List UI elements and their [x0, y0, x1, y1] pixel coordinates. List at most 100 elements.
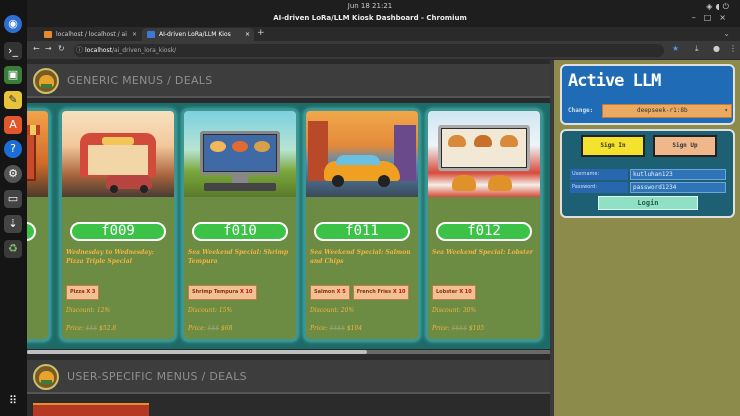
item-name: French Fries — [356, 289, 392, 295]
usb-icon[interactable]: ⇣ — [4, 215, 22, 233]
bookmark-star-icon[interactable]: ★ — [672, 44, 679, 53]
deal-discount: Discount: 12% — [66, 307, 111, 314]
tab-phpmyadmin[interactable]: localhost / localhost / ai × — [39, 28, 141, 41]
llm-selected-model: deepseek-r1:8b — [637, 107, 688, 114]
software-icon[interactable]: A — [4, 116, 22, 134]
sidebar-panel: Active LLM Change: deepseek-r1:8b ▾ Sign… — [558, 60, 740, 416]
username-field[interactable]: kutluhan123 — [630, 169, 726, 180]
item-qty: X 10 — [459, 289, 472, 295]
new-price: $104 — [344, 325, 363, 332]
system-top-bar: Jun 18 21:21 AI-driven LoRa/LLM Kiosk Da… — [0, 0, 740, 27]
user-menus-header: USER-SPECIFIC MENUS / DEALS — [27, 360, 550, 394]
deal-title: Sea Weekend Special: Shrimp Tempura — [188, 249, 289, 265]
deal-items: Salmon X 5 French Fries X 10 — [310, 278, 418, 300]
url-path: /ai_driven_lora_kiosk/ — [111, 47, 177, 54]
site-info-icon[interactable]: ⓘ — [76, 44, 83, 57]
deal-item: Salmon X 5 — [310, 285, 350, 300]
deal-image — [428, 111, 540, 197]
generic-menus-header: GENERIC MENUS / DEALS — [27, 64, 550, 98]
forward-icon[interactable]: → — [45, 44, 52, 53]
old-price: $$$ — [207, 325, 220, 332]
deal-image — [306, 111, 418, 197]
power-icon: ⏻ — [722, 2, 732, 11]
tab-favicon-icon — [44, 31, 52, 38]
item-name: Pizza — [70, 289, 85, 295]
back-icon[interactable]: ← — [33, 44, 40, 53]
maximize-icon[interactable]: □ — [704, 13, 720, 22]
new-price: $68 — [219, 325, 233, 332]
clock[interactable]: Jun 18 21:21 — [0, 2, 740, 10]
volume-icon: ◖ — [715, 2, 723, 11]
settings-icon[interactable]: ⚙ — [4, 165, 22, 183]
browser-menu-icon[interactable]: ⋮ — [729, 44, 737, 53]
deal-card[interactable]: f010 Sea Weekend Special: Shrimp Tempura… — [182, 109, 298, 341]
deal-image — [27, 111, 48, 197]
system-tray[interactable]: ◈◖⏻ — [706, 2, 732, 12]
url-host: localhost — [85, 47, 112, 54]
close-tab-icon[interactable]: × — [245, 28, 250, 41]
username-row: Username: kutluhan123 — [570, 169, 726, 180]
item-name: Lobster — [436, 289, 458, 295]
deal-item: Pizza X 3 — [66, 285, 100, 300]
profile-icon[interactable]: ● — [713, 44, 720, 53]
sign-up-button[interactable]: Sign Up — [653, 135, 717, 157]
tab-strip: localhost / localhost / ai × AI-driven L… — [27, 27, 740, 41]
new-tab-icon[interactable]: + — [257, 27, 265, 40]
deals-panel: GENERIC MENUS / DEALS f009 Wednesday to … — [27, 60, 554, 416]
notes-icon[interactable]: ✎ — [4, 91, 22, 109]
deal-price: Price: $$$$ $105 — [432, 325, 484, 332]
minimize-icon[interactable]: – — [692, 13, 704, 22]
window-controls: –□× — [692, 13, 734, 22]
item-name: Shrimp Tempura — [192, 289, 239, 295]
price-label: Price: — [310, 325, 330, 332]
window-title: AI-driven LoRa/LLM Kiosk Dashboard - Chr… — [273, 14, 467, 22]
deal-title: Sea Weekend Special: Lobster — [432, 249, 533, 256]
deal-title: Sea Weekend Special: Salmon and Chips — [310, 249, 411, 265]
deal-image — [62, 111, 174, 197]
deal-discount: Discount: 30% — [432, 307, 477, 314]
chevron-down-icon: ▾ — [724, 107, 728, 114]
scrollbar-thumb[interactable] — [27, 350, 367, 354]
close-icon[interactable]: × — [719, 13, 734, 22]
llm-change-label: Change: — [568, 107, 594, 114]
drive-icon[interactable]: ▭ — [4, 190, 22, 208]
deal-id-badge: f012 — [436, 222, 532, 241]
kiosk-logo-icon — [33, 68, 59, 94]
chromium-icon[interactable]: ◉ — [4, 15, 22, 33]
deal-items: Lobster X 10 — [432, 278, 540, 300]
address-bar[interactable]: ⓘ localhost/ai_driven_lora_kiosk/ — [74, 44, 664, 57]
downloads-icon[interactable]: ⤓ — [695, 44, 699, 54]
price-label: Price: — [66, 325, 86, 332]
sign-in-button[interactable]: Sign In — [581, 135, 645, 157]
password-field[interactable]: password1234 — [630, 182, 726, 193]
user-deal-card-preview[interactable] — [33, 403, 149, 416]
help-icon[interactable]: ? — [4, 140, 22, 158]
vertical-scrollbar[interactable] — [550, 60, 554, 416]
deal-discount: Discount: 15% — [188, 307, 233, 314]
navigation-bar: ← → ↻ ⓘ localhost/ai_driven_lora_kiosk/ … — [27, 41, 740, 60]
tab-kiosk-dashboard[interactable]: AI-driven LoRa/LLM Kios × — [142, 28, 254, 41]
horizontal-scrollbar[interactable] — [27, 350, 550, 354]
reload-icon[interactable]: ↻ — [58, 44, 65, 53]
deal-price: Price: $$$$ $104 — [310, 325, 362, 332]
deal-id-badge: f010 — [192, 222, 288, 241]
show-apps-icon[interactable]: ⠿ — [4, 392, 22, 410]
close-tab-icon[interactable]: × — [132, 28, 137, 41]
terminal-icon[interactable]: ›_ — [4, 42, 22, 60]
llm-model-select[interactable]: deepseek-r1:8b ▾ — [602, 104, 732, 118]
deal-card[interactable]: f011 Sea Weekend Special: Salmon and Chi… — [304, 109, 420, 341]
app-icon[interactable]: ▣ — [4, 66, 22, 84]
tab-search-icon[interactable]: ⌄ — [723, 27, 730, 40]
deal-card[interactable] — [27, 109, 50, 341]
old-price: $$$ — [85, 325, 98, 332]
deal-card[interactable]: f009 Wednesday to Wednesday: Pizza Tripl… — [60, 109, 176, 341]
deal-title: Wednesday to Wednesday: Pizza Triple Spe… — [66, 249, 154, 265]
login-button[interactable]: Login — [598, 196, 698, 210]
trash-icon[interactable]: ♻ — [4, 240, 22, 258]
deal-card[interactable]: f012 Sea Weekend Special: Lobster Lobste… — [426, 109, 542, 341]
section-title: USER-SPECIFIC MENUS / DEALS — [67, 370, 247, 383]
deals-carousel[interactable]: f009 Wednesday to Wednesday: Pizza Tripl… — [27, 103, 550, 349]
tab-label: localhost / localhost / ai — [56, 31, 127, 38]
item-qty: X 5 — [336, 289, 346, 295]
password-label: Password: — [570, 182, 628, 193]
